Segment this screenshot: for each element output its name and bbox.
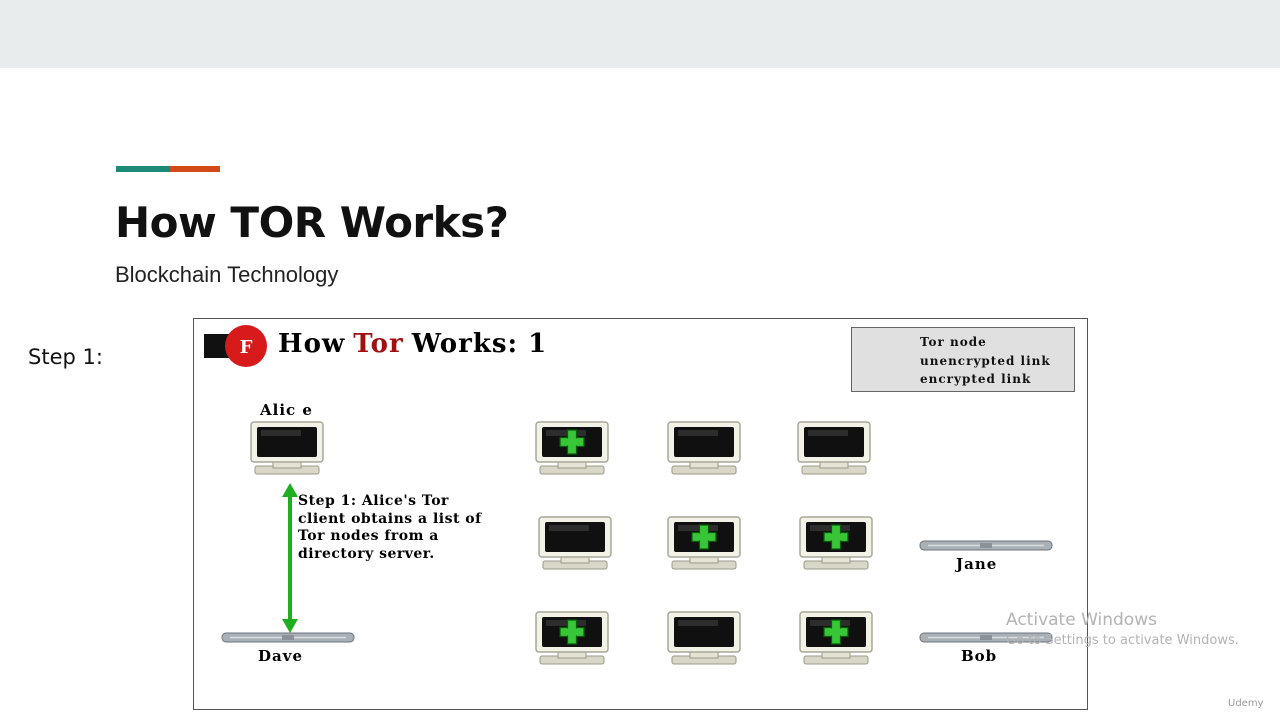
slide-title: How TOR Works? — [115, 198, 509, 247]
diagram-title-tor: Tor — [353, 329, 404, 359]
bob-label: Bob — [961, 647, 998, 665]
computer-icon — [667, 611, 741, 665]
diagram-title: How Tor Works: 1 — [278, 329, 547, 359]
accent-bar-teal — [116, 166, 170, 172]
jane-label: Jane — [956, 555, 998, 573]
activate-windows-watermark: Activate Windows Go to Settings to activ… — [1006, 610, 1239, 648]
legend-tor-node-label: Tor node — [920, 335, 987, 349]
top-bar — [0, 0, 1280, 68]
legend-encrypted-label: encrypted link — [920, 372, 1032, 386]
watermark-subtitle: Go to Settings to activate Windows. — [1006, 633, 1239, 648]
accent-bar-orange — [170, 166, 220, 172]
svg-text:F: F — [240, 337, 253, 358]
alice-computer-icon — [250, 421, 324, 475]
watermark-title: Activate Windows — [1006, 610, 1157, 630]
tor-diagram: F How Tor Works: 1 Tor node unencrypted … — [193, 318, 1088, 710]
diagram-title-works: Works: 1 — [411, 329, 548, 359]
dave-label: Dave — [258, 647, 303, 665]
computer-icon — [538, 516, 612, 570]
jane-server-icon — [919, 540, 1053, 551]
dave-server-icon — [221, 632, 355, 643]
alice-label: Alic e — [260, 401, 313, 419]
step-description: Step 1: Alice's Tor client obtains a lis… — [298, 493, 482, 562]
step-label: Step 1: — [28, 345, 103, 369]
computer-icon — [667, 421, 741, 475]
slide-subtitle: Blockchain Technology — [115, 262, 339, 287]
legend-box: Tor node unencrypted link encrypted link — [851, 327, 1075, 392]
diagram-title-how: How — [278, 329, 346, 359]
legend-unencrypted-label: unencrypted link — [920, 354, 1051, 368]
eff-logo-icon: F — [204, 325, 267, 367]
computer-icon — [797, 421, 871, 475]
encrypted-link-arrow — [282, 483, 298, 633]
udemy-brand-logo: Udemy — [1228, 698, 1264, 709]
